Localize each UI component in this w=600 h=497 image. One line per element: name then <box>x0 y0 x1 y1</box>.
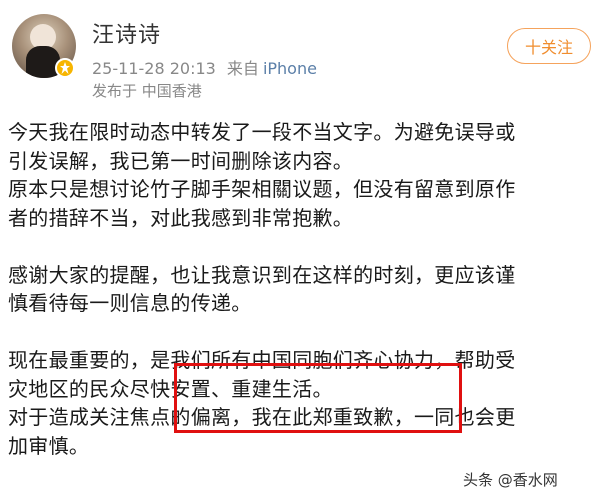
post-line: 现在最重要的，是我们所有中国同胞们齐心协力，帮助受 <box>8 348 516 372</box>
follow-label: 十关注 <box>524 38 573 57</box>
username[interactable]: 汪诗诗 <box>92 17 161 49</box>
post-line: 今天我在限时动态中转发了一段不当文字。为避免误导或 <box>8 120 516 144</box>
post-location: 发布于 中国香港 <box>92 82 202 100</box>
post-line: 引发误解，我已第一时间删除该内容。 <box>8 148 354 173</box>
source-link[interactable]: iPhone <box>263 59 317 78</box>
verified-badge-icon <box>55 58 75 78</box>
source-watermark: 头条 @香水网 <box>455 466 566 492</box>
timestamp: 25-11-28 20:13 <box>92 59 216 78</box>
source-prefix: 来自 <box>226 59 259 78</box>
post-meta: 25-11-28 20:13 来自 iPhone <box>92 55 317 79</box>
avatar-dress <box>26 46 60 78</box>
post-line: 原本只是想讨论竹子脚手架相關议题，但没有留意到原作 <box>8 177 516 201</box>
post-line: 感谢大家的提醒，也让我意识到在这样的时刻，更应该谨 <box>8 262 516 287</box>
post-body: 今天我在限时动态中转发了一段不当文字。为避免误导或 引发误解，我已第一时间删除该… <box>8 118 594 460</box>
post-line: 加审慎。 <box>8 433 90 458</box>
post-line: 灾地区的民众尽快安置、重建生活。 <box>8 376 333 401</box>
post-line: 者的措辞不当，对此我感到非常抱歉。 <box>8 205 354 230</box>
follow-button[interactable]: 十关注 <box>507 28 591 64</box>
post-line: 对于造成关注焦点的偏离，我在此郑重致歉，一同也会更 <box>8 405 516 429</box>
post-line: 慎看待每一则信息的传递。 <box>8 291 252 315</box>
